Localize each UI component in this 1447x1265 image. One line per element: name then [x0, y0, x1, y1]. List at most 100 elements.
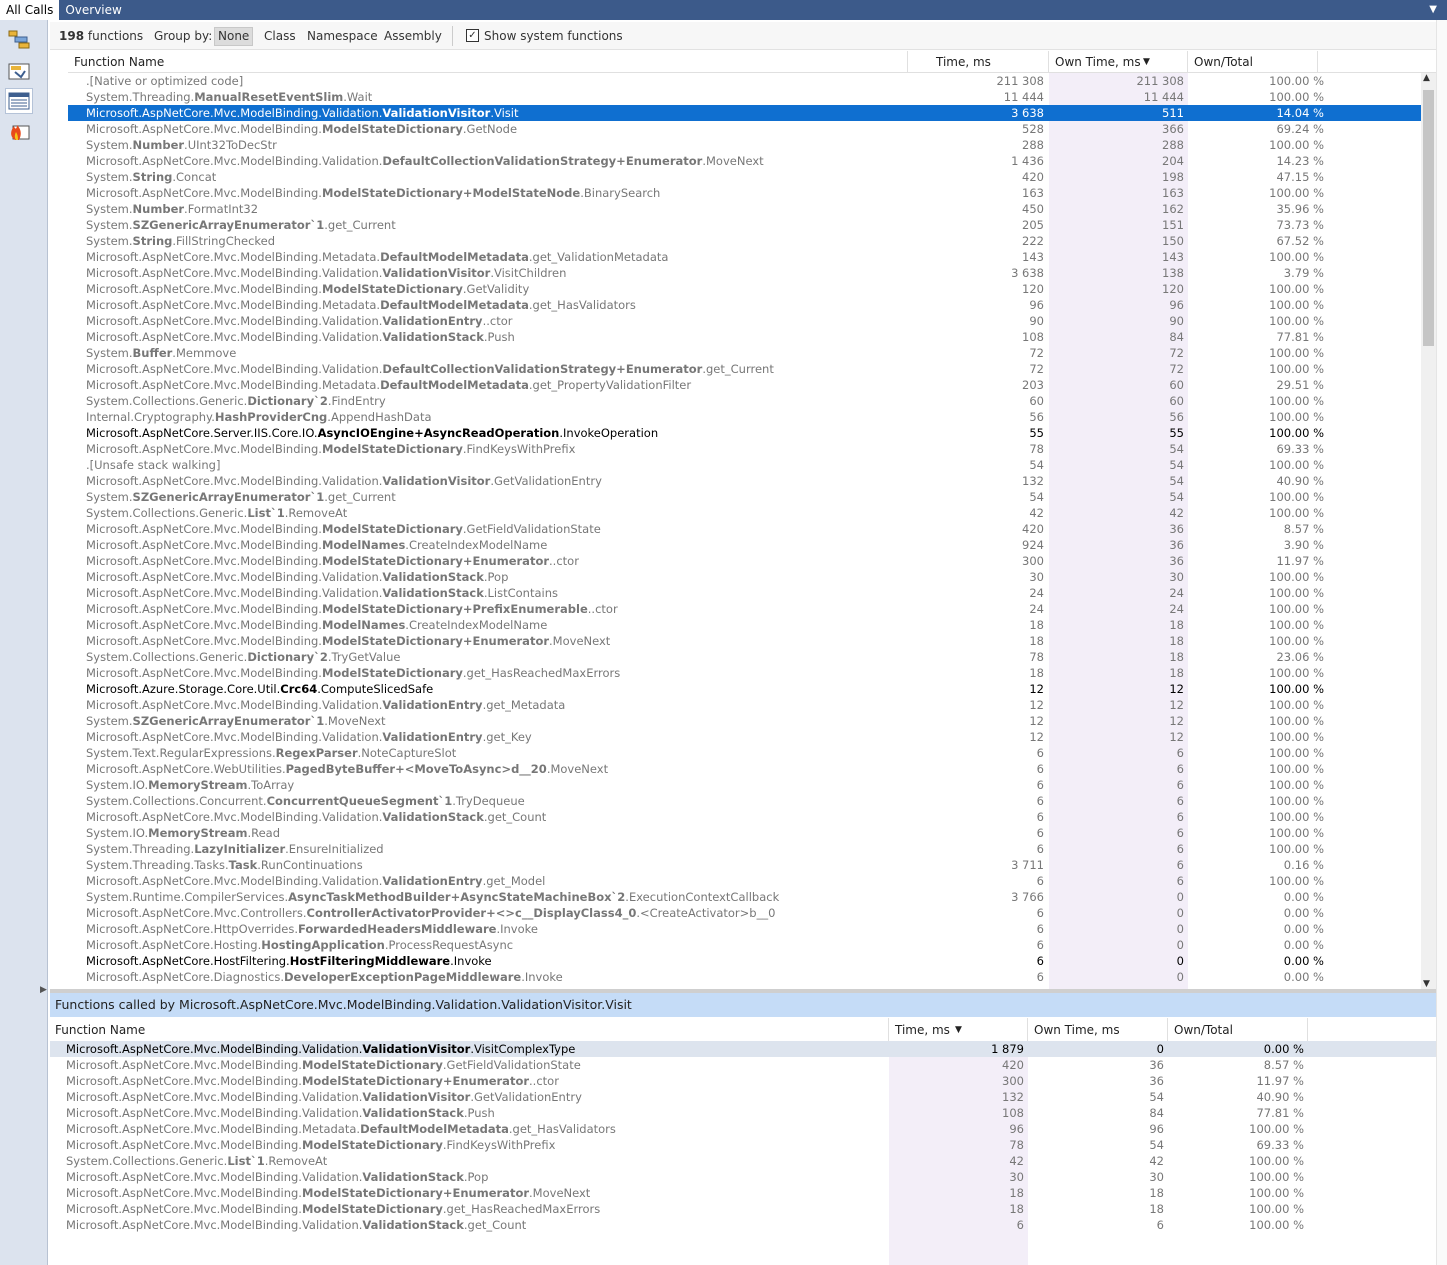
table-row[interactable]: Microsoft.AspNetCore.Mvc.ModelBinding.Me…	[68, 377, 1421, 393]
table-row[interactable]: Microsoft.AspNetCore.Mvc.ModelBinding.Va…	[68, 313, 1421, 329]
column-header-time[interactable]: Time, ms	[908, 51, 1049, 73]
table-row[interactable]: .[Native or optimized code] 211 308 211 30…	[68, 73, 1421, 89]
column-header-own-time[interactable]: Own Time, ms	[1028, 1018, 1168, 1042]
time-value: 42	[1009, 1154, 1024, 1168]
hot-spots-list-icon[interactable]	[5, 88, 33, 114]
table-row[interactable]: Microsoft.AspNetCore.Diagnostics.Develop…	[68, 969, 1421, 985]
table-row[interactable]: Microsoft.AspNetCore.Mvc.ModelBinding.Me…	[68, 297, 1421, 313]
table-row[interactable]: Microsoft.AspNetCore.Mvc.ModelBinding.Va…	[68, 809, 1421, 825]
chevron-right-icon[interactable]: ▶	[40, 985, 47, 995]
scroll-up-icon[interactable]: ▲	[1423, 73, 1430, 83]
table-row[interactable]: System.Buffer.Memmove 72 72 100.00 %	[68, 345, 1421, 361]
flame-graph-icon[interactable]	[5, 118, 33, 144]
table-row[interactable]: Microsoft.AspNetCore.HttpOverrides.Forwa…	[68, 921, 1421, 937]
column-header-own-total[interactable]: Own/Total	[1188, 51, 1318, 73]
table-row[interactable]: System.Collections.Generic.List`1.Remove…	[50, 1153, 1436, 1169]
table-row[interactable]: Microsoft.AspNetCore.Mvc.ModelBinding.Va…	[50, 1169, 1436, 1185]
column-header-function-name[interactable]: Function Name	[68, 51, 908, 73]
own-total-value: 100.00 %	[1269, 826, 1324, 840]
table-row[interactable]: System.Number.UInt32ToDecStr 288 288 100.00…	[68, 137, 1421, 153]
table-row[interactable]: Microsoft.AspNetCore.Mvc.ModelBinding.Mo…	[50, 1201, 1436, 1217]
table-row[interactable]: Microsoft.AspNetCore.Mvc.ModelBinding.Va…	[50, 1217, 1436, 1233]
table-row[interactable]: Microsoft.Azure.Storage.Core.Util.Crc64.…	[68, 681, 1421, 697]
show-system-functions-checkbox[interactable]: ✓	[466, 29, 479, 42]
table-row[interactable]: Microsoft.AspNetCore.HostFiltering.HostF…	[68, 953, 1421, 969]
table-row[interactable]: Microsoft.AspNetCore.Mvc.ModelBinding.Va…	[68, 329, 1421, 345]
time-value: 30	[1009, 1170, 1024, 1184]
table-row[interactable]: System.IO.MemoryStream.Read 6 6 100.00 %	[68, 825, 1421, 841]
table-row[interactable]: System.Collections.Generic.Dictionary`2.…	[68, 649, 1421, 665]
table-row[interactable]: Microsoft.AspNetCore.Mvc.ModelBinding.Mo…	[68, 521, 1421, 537]
table-row[interactable]: Microsoft.AspNetCore.Server.IIS.Core.IO.…	[68, 425, 1421, 441]
table-row[interactable]: Microsoft.AspNetCore.Mvc.ModelBinding.Va…	[68, 473, 1421, 489]
column-header-time[interactable]: Time, ms ▼	[889, 1018, 1028, 1042]
table-row[interactable]: Microsoft.AspNetCore.Mvc.ModelBinding.Mo…	[68, 665, 1421, 681]
group-by-class-button[interactable]: Class	[260, 27, 300, 46]
time-value: 6	[1036, 762, 1044, 776]
tab-all-calls[interactable]: All Calls	[0, 0, 60, 20]
table-row[interactable]: Microsoft.AspNetCore.Mvc.ModelBinding.Mo…	[68, 441, 1421, 457]
tab-overview[interactable]: Overview	[59, 0, 128, 20]
own-total-value: 0.00 %	[1283, 954, 1324, 968]
table-row[interactable]: Microsoft.AspNetCore.Mvc.ModelBinding.Mo…	[50, 1057, 1436, 1073]
table-row[interactable]: System.String.Concat 420 198 47.15 %	[68, 169, 1421, 185]
table-row[interactable]: Microsoft.AspNetCore.Mvc.ModelBinding.Va…	[68, 729, 1421, 745]
table-row[interactable]: Microsoft.AspNetCore.Mvc.ModelBinding.Mo…	[68, 121, 1421, 137]
group-by-none-button[interactable]: None	[214, 27, 254, 46]
table-row[interactable]: System.IO.MemoryStream.ToArray 6 6 100.00 %	[68, 777, 1421, 793]
table-row[interactable]: System.SZGenericArrayEnumerator`1.MoveNe…	[68, 713, 1421, 729]
column-header-function-name[interactable]: Function Name	[50, 1018, 889, 1042]
table-row[interactable]: Microsoft.AspNetCore.Mvc.ModelBinding.Va…	[68, 361, 1421, 377]
chevron-down-icon[interactable]: ▼	[1429, 0, 1437, 20]
table-row[interactable]: Microsoft.AspNetCore.Mvc.ModelBinding.Va…	[68, 585, 1421, 601]
table-row[interactable]: System.Threading.LazyInitializer.EnsureI…	[68, 841, 1421, 857]
back-traces-view-icon[interactable]	[5, 58, 33, 84]
scroll-down-icon[interactable]: ▼	[1423, 979, 1430, 989]
group-by-namespace-button[interactable]: Namespace	[303, 27, 382, 46]
table-row[interactable]: Microsoft.AspNetCore.Mvc.ModelBinding.Me…	[68, 249, 1421, 265]
table-row[interactable]: Microsoft.AspNetCore.Mvc.ModelBinding.Mo…	[50, 1185, 1436, 1201]
table-row[interactable]: System.SZGenericArrayEnumerator`1.get_Cu…	[68, 217, 1421, 233]
table-row[interactable]: Microsoft.AspNetCore.Mvc.ModelBinding.Va…	[50, 1041, 1436, 1057]
table-row[interactable]: System.SZGenericArrayEnumerator`1.get_Cu…	[68, 489, 1421, 505]
table-row[interactable]: System.Text.RegularExpressions.RegexPars…	[68, 745, 1421, 761]
table-row[interactable]: Microsoft.AspNetCore.Mvc.ModelBinding.Va…	[68, 153, 1421, 169]
table-row[interactable]: Microsoft.AspNetCore.Hosting.HostingAppl…	[68, 937, 1421, 953]
table-row[interactable]: System.Threading.ManualResetEventSlim.Wa…	[68, 89, 1421, 105]
table-row[interactable]: Microsoft.AspNetCore.Mvc.ModelBinding.Mo…	[50, 1137, 1436, 1153]
own-total-value: 100.00 %	[1249, 1218, 1304, 1232]
table-row[interactable]: Microsoft.AspNetCore.Mvc.ModelBinding.Mo…	[68, 553, 1421, 569]
table-row[interactable]: System.Collections.Generic.Dictionary`2.…	[68, 393, 1421, 409]
group-by-assembly-button[interactable]: Assembly	[380, 27, 446, 46]
table-row[interactable]: Microsoft.AspNetCore.Mvc.ModelBinding.Mo…	[68, 617, 1421, 633]
table-row[interactable]: Microsoft.AspNetCore.Mvc.ModelBinding.Mo…	[68, 633, 1421, 649]
table-row[interactable]: Microsoft.AspNetCore.Mvc.ModelBinding.Mo…	[50, 1073, 1436, 1089]
table-row[interactable]: Microsoft.AspNetCore.Mvc.ModelBinding.Va…	[68, 265, 1421, 281]
table-row[interactable]: System.Number.FormatInt32 450 162 35.96 %	[68, 201, 1421, 217]
table-row[interactable]: Microsoft.AspNetCore.Mvc.Controllers.Con…	[68, 905, 1421, 921]
table-row[interactable]: Microsoft.AspNetCore.Mvc.ModelBinding.Mo…	[68, 537, 1421, 553]
time-value: 54	[1029, 490, 1044, 504]
table-row[interactable]: Microsoft.AspNetCore.Mvc.ModelBinding.Va…	[68, 569, 1421, 585]
table-row[interactable]: System.Collections.Generic.List`1.Remove…	[68, 505, 1421, 521]
table-row[interactable]: Microsoft.AspNetCore.Mvc.ModelBinding.Mo…	[68, 281, 1421, 297]
table-row[interactable]: System.Runtime.CompilerServices.AsyncTas…	[68, 889, 1421, 905]
table-row[interactable]: System.String.FillStringChecked 222 150 67.…	[68, 233, 1421, 249]
table-row[interactable]: .[Unsafe stack walking] 54 54 100.00 %	[68, 457, 1421, 473]
column-header-own-total[interactable]: Own/Total	[1168, 1018, 1308, 1042]
call-tree-view-icon[interactable]	[5, 26, 33, 52]
table-row[interactable]: Microsoft.AspNetCore.Mvc.ModelBinding.Va…	[68, 873, 1421, 889]
table-row[interactable]: System.Collections.Concurrent.Concurrent…	[68, 793, 1421, 809]
table-row[interactable]: Microsoft.AspNetCore.Mvc.ModelBinding.Va…	[68, 697, 1421, 713]
table-row[interactable]: Microsoft.AspNetCore.Mvc.ModelBinding.Va…	[50, 1089, 1436, 1105]
table-row[interactable]: Microsoft.AspNetCore.Mvc.ModelBinding.Mo…	[68, 185, 1421, 201]
table-row[interactable]: Internal.Cryptography.HashProviderCng.Ap…	[68, 409, 1421, 425]
table-row[interactable]: Microsoft.AspNetCore.Mvc.ModelBinding.Mo…	[68, 601, 1421, 617]
table-row[interactable]: Microsoft.AspNetCore.Mvc.ModelBinding.Va…	[68, 105, 1421, 121]
table-row[interactable]: Microsoft.AspNetCore.WebUtilities.PagedB…	[68, 761, 1421, 777]
column-header-own-time[interactable]: Own Time, ms ▼	[1049, 51, 1188, 73]
main-scrollbar-thumb[interactable]	[1423, 90, 1434, 346]
table-row[interactable]: Microsoft.AspNetCore.Mvc.ModelBinding.Va…	[50, 1105, 1436, 1121]
table-row[interactable]: Microsoft.AspNetCore.Mvc.ModelBinding.Me…	[50, 1121, 1436, 1137]
table-row[interactable]: System.Threading.Tasks.Task.RunContinuat…	[68, 857, 1421, 873]
